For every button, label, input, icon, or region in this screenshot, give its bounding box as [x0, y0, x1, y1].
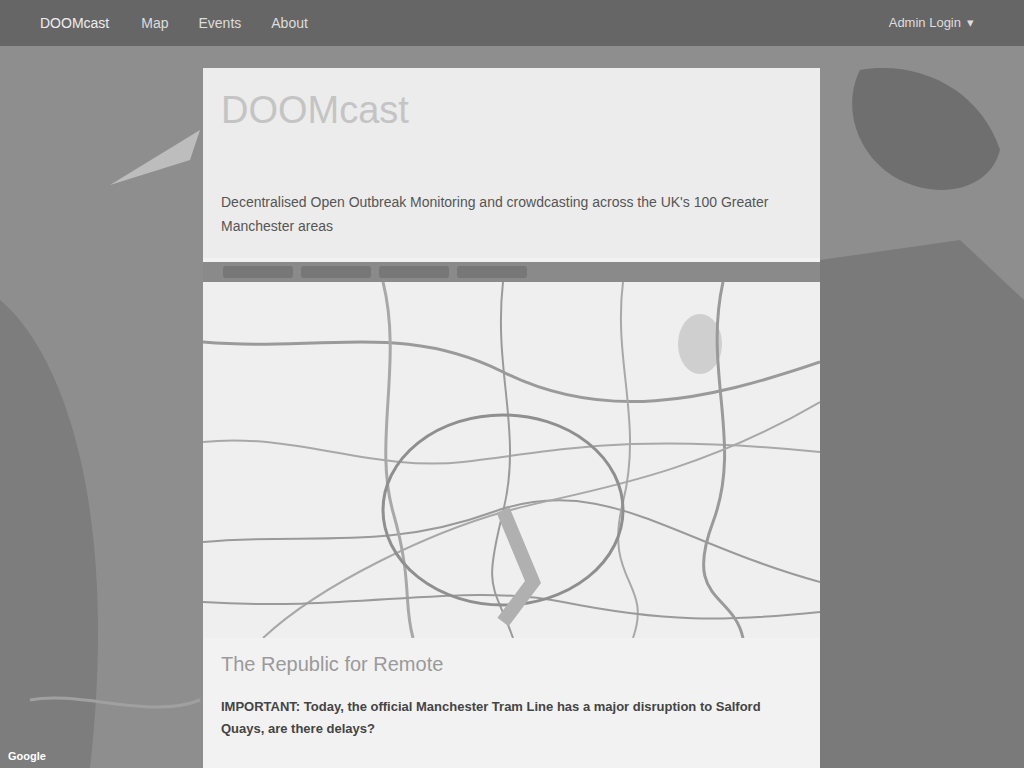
content-card: DOOMcast Decentralised Open Outbreak Moni… [203, 68, 820, 768]
title: DOOMcast [221, 86, 802, 134]
tagline: Decentralised Open Outbreak Monitoring a… [221, 190, 802, 238]
section-text: IMPORTANT: Today, the official Mancheste… [221, 696, 802, 740]
account-menu[interactable]: Admin Login▾ [889, 13, 974, 33]
nav-link[interactable]: Map [141, 13, 168, 34]
page: DOOMcastMapEventsAboutAdmin Login▾DOOMca… [0, 0, 1024, 768]
section-heading: The Republic for Remote [221, 650, 802, 678]
map-attribution: Google [8, 748, 46, 765]
map-toolbar-tab[interactable] [457, 266, 527, 278]
route-map[interactable] [203, 282, 820, 638]
header: DOOMcast Decentralised Open Outbreak Moni… [203, 68, 820, 258]
map-toolbar-tab[interactable] [379, 266, 449, 278]
map-toolbar-tab[interactable] [301, 266, 371, 278]
caret-icon: ▾ [967, 13, 974, 33]
brand[interactable]: DOOMcast [40, 13, 109, 34]
nav-bar: DOOMcast Map Events About Admin Login▾ [0, 0, 1024, 46]
section: The Republic for Remote IMPORTANT: Today,… [203, 638, 820, 768]
map-toolbar [203, 262, 820, 282]
nav-link[interactable]: Events [198, 13, 241, 34]
nav-link[interactable]: About [271, 13, 308, 34]
map-toolbar-tab[interactable] [223, 266, 293, 278]
